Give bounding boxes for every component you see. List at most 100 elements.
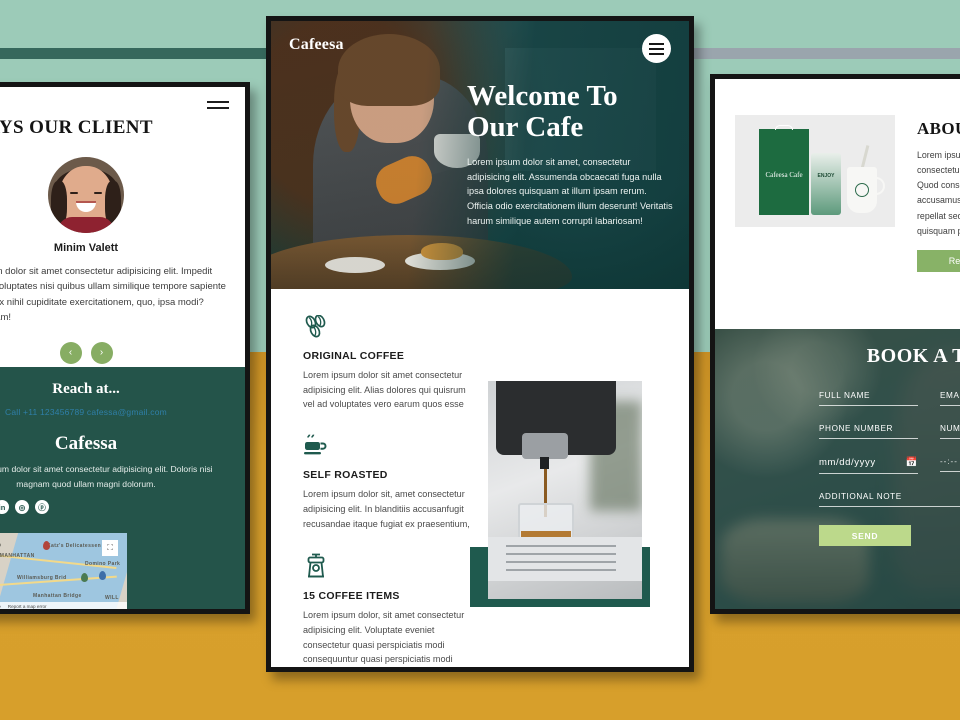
date-label-wrap: mm/dd/yyyy 📅 [819, 457, 918, 473]
form-row-2: PHONE NUMBER NUMBER OF PEOPLE [819, 424, 960, 439]
coffee-beans-icon [303, 314, 478, 344]
tray-line-2 [506, 553, 617, 555]
contact-info[interactable]: Call +11 123456789 cafessa@gmail.com [0, 407, 227, 417]
features-section: ORIGINAL COFFEE Lorem ipsum dolor sit am… [271, 289, 689, 667]
avatar [48, 157, 124, 233]
machine-grouphead [522, 433, 569, 459]
calendar-icon[interactable]: 📅 [906, 457, 918, 468]
read-more-button[interactable]: Read More [917, 249, 960, 272]
instagram-icon[interactable]: ◎ [15, 500, 29, 515]
tray-line-1 [506, 545, 617, 547]
form-row-3: mm/dd/yyyy 📅 --:-- -- [819, 457, 960, 474]
number-of-people-field[interactable]: NUMBER OF PEOPLE [940, 424, 960, 439]
bag-handle [775, 125, 793, 130]
about-body: Lorem ipsum dolor sit amet consectetur a… [917, 150, 960, 236]
feature-image-area [470, 315, 689, 667]
mug-handle [875, 177, 885, 195]
client-quote: Lorem, ipsum dolor sit amet consectetur … [0, 266, 226, 324]
avatar-eye-left [70, 191, 78, 194]
pinterest-icon[interactable]: ⓟ [35, 500, 49, 515]
tray-line-3 [506, 561, 617, 563]
hamburger-menu-icon[interactable] [207, 101, 229, 115]
machine-spout [540, 457, 550, 469]
field-underline [819, 405, 918, 406]
map-label-katzs: Katz's Delicatessen [47, 543, 102, 549]
field-underline [819, 438, 918, 439]
left-footer-section: Reach at... Call +11 123456789 cafessa@g… [0, 367, 245, 609]
hero-title-line-2: Our Cafe [467, 111, 584, 144]
takeaway-cup: ENJOY [811, 153, 841, 215]
feature-title: 15 COFFEE ITEMS [303, 590, 400, 603]
carousel-prev-button[interactable]: ‹ [59, 341, 82, 364]
hero-section: Cafeesa Welcome To Our Cafe Lorem ipsum … [271, 21, 689, 289]
booking-form: FULL NAME EMAIL PHONE NUMBER NUMBER OF P… [819, 391, 960, 546]
field-underline [819, 506, 960, 507]
brand-logo[interactable]: Cafeesa [289, 36, 344, 54]
espresso-machine-photo [488, 381, 643, 599]
avatar-eye-right [94, 191, 102, 194]
testimonial-section: AT SAYS OUR CLIENT Minim Valett Lorem, i… [0, 87, 245, 367]
feature-item-coffee-items: 15 COFFEE ITEMS Lorem ipsum dolor, sit a… [303, 553, 478, 667]
menu-bar-1 [207, 101, 229, 103]
tray-line-4 [506, 569, 617, 571]
date-field[interactable]: mm/dd/yyyy 📅 [819, 457, 918, 474]
booking-title: BOOK A TABLE [866, 345, 960, 367]
hero-title-line-1: Welcome To [467, 80, 618, 112]
form-row-1: FULL NAME EMAIL [819, 391, 960, 406]
field-underline [940, 405, 960, 406]
hero-paragraph: Lorem ipsum dolor sit amet, consectetur … [467, 156, 673, 227]
avatar-shirt [58, 217, 114, 233]
map-pin-1[interactable] [43, 541, 50, 550]
map-report-error[interactable]: Report a map error [8, 604, 47, 609]
fullscreen-icon[interactable]: ⛶ [102, 540, 118, 556]
testimonial-carousel-controls: ‹ › [0, 341, 227, 364]
reach-at-title: Reach at... [52, 381, 120, 397]
drip-tray [488, 537, 643, 581]
carousel-next-button[interactable]: › [90, 341, 113, 364]
coffee-cup-icon [303, 434, 478, 463]
field-underline [940, 438, 960, 439]
number-of-people-label: NUMBER OF PEOPLE [940, 424, 960, 433]
feature-text: Lorem ipsum dolor sit amet consectetur a… [303, 370, 466, 410]
hamburger-menu-icon[interactable] [642, 34, 671, 63]
menu-bar-3 [649, 52, 664, 55]
hero-copy: Welcome To Our Cafe Lorem ipsum dolor si… [467, 80, 675, 229]
hero-title: Welcome To Our Cafe [467, 80, 675, 144]
background-stripe-right [686, 48, 960, 59]
phone-number-field[interactable]: PHONE NUMBER [819, 424, 918, 439]
form-row-4: ADDITIONAL NOTE [819, 492, 960, 507]
map-terms-of-use[interactable]: Terms of Use [0, 604, 1, 609]
time-value: --:-- -- [940, 457, 960, 466]
left-device-panel: AT SAYS OUR CLIENT Minim Valett Lorem, i… [0, 82, 250, 614]
mug-logo-icon [855, 183, 869, 197]
map-pin-2[interactable] [81, 573, 88, 582]
feature-item-self-roasted: SELF ROASTED Lorem ipsum dolor sit, amet… [303, 434, 478, 531]
right-panel-bottom [715, 609, 960, 614]
bag-label: Cafeesa Cafe [765, 171, 803, 179]
time-field[interactable]: --:-- -- [940, 457, 960, 474]
map-label-will: WILL [105, 595, 119, 601]
map-label-soho: SOHO [0, 543, 1, 549]
about-title: ABOUT [917, 119, 960, 138]
location-map[interactable]: SOHO LOWER MANHATTAN Katz's Delicatessen… [0, 533, 127, 609]
field-underline [819, 473, 918, 474]
map-label-manhattan-bridge: Manhattan Bridge [33, 593, 82, 599]
email-field[interactable]: EMAIL [940, 391, 960, 406]
send-button[interactable]: SEND [819, 525, 911, 546]
coffee-bag: Cafeesa Cafe [759, 129, 809, 215]
feature-text: Lorem ipsum dolor sit, amet consectetur … [303, 489, 470, 529]
map-pin-3[interactable] [99, 571, 106, 580]
full-name-field[interactable]: FULL NAME [819, 391, 918, 406]
feature-text: Lorem ipsum dolor, sit amet consectetur … [303, 610, 465, 665]
map-label-williamsburg: Williamsburg Brid [17, 575, 67, 581]
features-list: ORIGINAL COFFEE Lorem ipsum dolor sit am… [271, 314, 478, 667]
linkedin-icon[interactable]: in [0, 500, 9, 515]
email-label: EMAIL [940, 391, 960, 400]
additional-note-field[interactable]: ADDITIONAL NOTE [819, 492, 960, 507]
phone-number-label: PHONE NUMBER [819, 424, 894, 433]
full-name-label: FULL NAME [819, 391, 871, 400]
feature-title: SELF ROASTED [303, 469, 388, 482]
right-device-panel: Cafeesa Cafe ENJOY ABOUT Lorem ipsum dol… [710, 74, 960, 614]
feature-item-original-coffee: ORIGINAL COFFEE Lorem ipsum dolor sit am… [303, 314, 478, 412]
booking-section: BOOK A TABLE FULL NAME EMAIL PHONE NUMBE… [715, 329, 960, 609]
